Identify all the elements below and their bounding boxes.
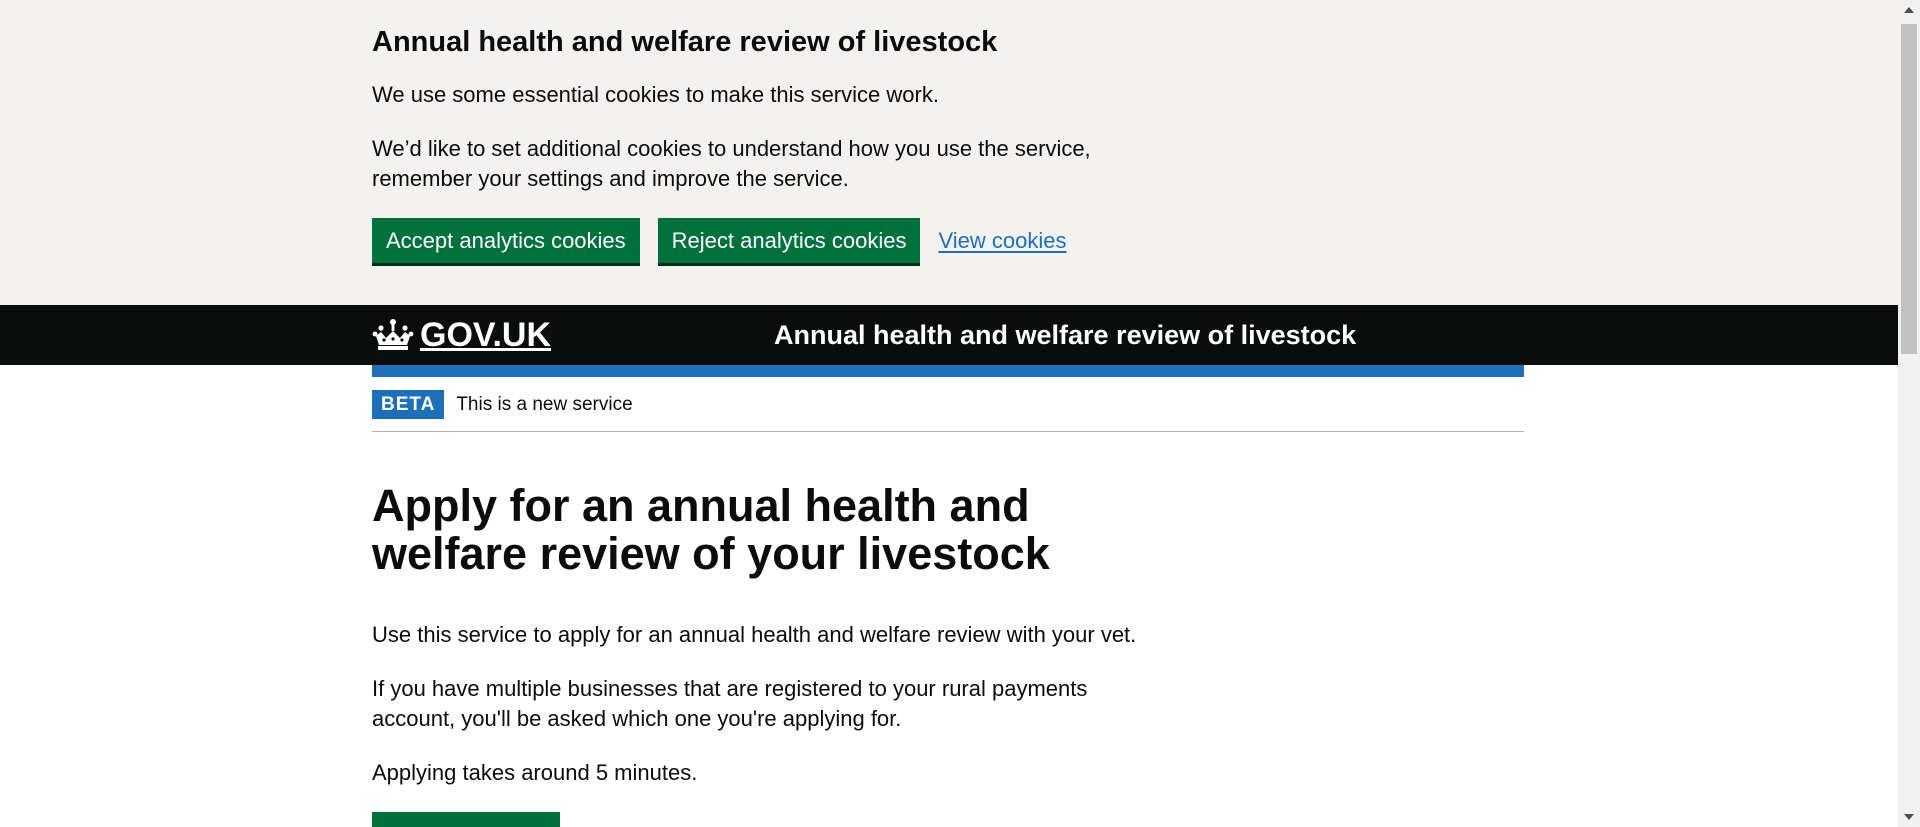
multiple-businesses-paragraph: If you have multiple businesses that are…	[372, 676, 1088, 731]
main-content: Apply for an annual health and welfare r…	[372, 432, 1162, 827]
cookie-banner-text-additional: We’d like to set additional cookies to u…	[372, 136, 1091, 191]
cookie-banner-actions: Accept analytics cookies Reject analytic…	[372, 218, 1524, 263]
duration-paragraph: Applying takes around 5 minutes.	[372, 760, 698, 785]
service-name-link[interactable]: Annual health and welfare review of live…	[774, 320, 1356, 351]
cookie-banner: Annual health and welfare review of live…	[0, 0, 1898, 305]
vertical-scrollbar[interactable]	[1898, 0, 1920, 827]
phase-banner: BETA This is a new service	[372, 377, 1524, 432]
start-button[interactable]	[372, 812, 560, 827]
cookie-banner-title: Annual health and welfare review of live…	[372, 26, 998, 58]
reject-analytics-cookies-button[interactable]: Reject analytics cookies	[657, 218, 921, 263]
intro-paragraph: Use this service to apply for an annual …	[372, 622, 1137, 647]
page-title: Apply for an annual health and welfare r…	[372, 480, 1050, 579]
page: Annual health and welfare review of live…	[0, 0, 1898, 827]
scroll-up-arrow-icon[interactable]	[1904, 7, 1914, 13]
beta-tag: BETA	[372, 390, 445, 419]
phase-banner-text: This is a new service	[456, 393, 633, 415]
view-cookies-link[interactable]: View cookies	[938, 228, 1066, 254]
scrollbar-thumb[interactable]	[1901, 24, 1917, 354]
scroll-down-arrow-icon[interactable]	[1904, 814, 1914, 820]
crown-icon	[372, 319, 414, 350]
cookie-banner-text-essential: We use some essential cookies to make th…	[372, 82, 939, 107]
site-header: GOV.UK Annual health and welfare review …	[0, 305, 1898, 365]
govuk-logo-link[interactable]: GOV.UK	[372, 318, 774, 352]
accept-analytics-cookies-button[interactable]: Accept analytics cookies	[372, 218, 640, 263]
header-blue-bar	[372, 365, 1524, 377]
govuk-logo-text: GOV.UK	[420, 316, 552, 354]
